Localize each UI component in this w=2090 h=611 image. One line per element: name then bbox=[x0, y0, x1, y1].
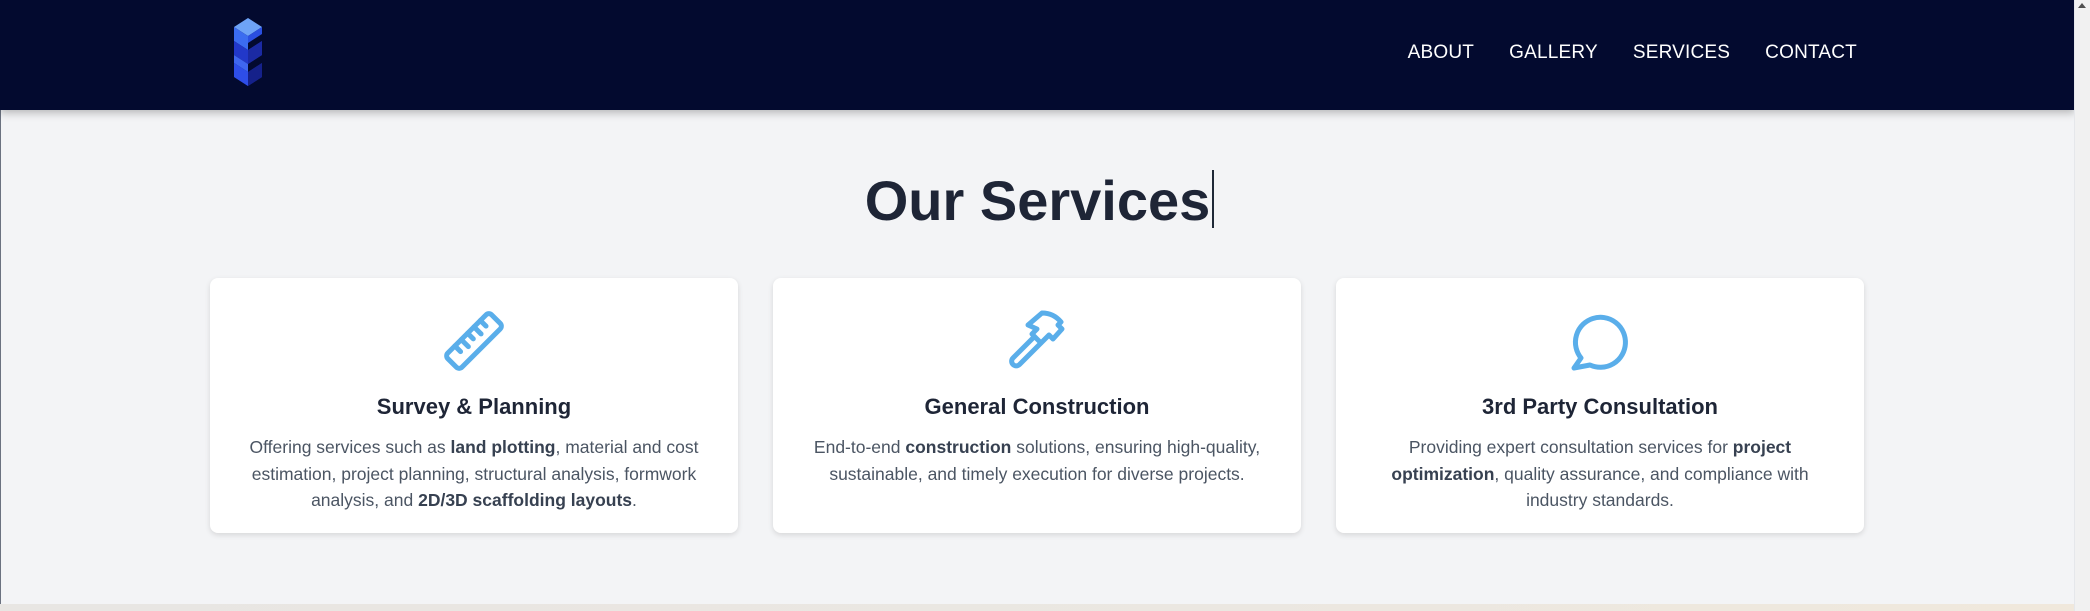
services-section-title: Our Services bbox=[0, 166, 2075, 236]
hammer-icon bbox=[1009, 310, 1065, 369]
service-card-construction: General Construction End-to-end construc… bbox=[773, 278, 1301, 533]
service-card-consultation: 3rd Party Consultation Providing expert … bbox=[1336, 278, 1864, 533]
text-cursor-caret bbox=[1212, 170, 1215, 228]
service-card-title: General Construction bbox=[924, 394, 1150, 419]
service-card-title: 3rd Party Consultation bbox=[1482, 394, 1718, 419]
service-card-description: End-to-end construction solutions, ensur… bbox=[813, 437, 1261, 484]
nav-link-about[interactable]: ABOUT bbox=[1408, 42, 1474, 64]
nav-link-services[interactable]: SERVICES bbox=[1633, 42, 1730, 64]
services-cards: Survey & Planning Offering services such… bbox=[210, 278, 1864, 533]
chat-bubble-icon bbox=[1571, 314, 1628, 371]
nav-link-contact[interactable]: CONTACT bbox=[1765, 42, 1857, 64]
scroll-up-arrow-icon[interactable] bbox=[2078, 3, 2086, 8]
stacked-s-cube-logo-icon[interactable] bbox=[218, 14, 278, 92]
services-title-label: Our Services bbox=[864, 169, 1211, 232]
service-card-description: Offering services such as land plotting,… bbox=[249, 437, 699, 510]
main-nav: ABOUT GALLERY SERVICES CONTACT bbox=[1408, 0, 1857, 106]
service-card-description: Providing expert consultation services f… bbox=[1391, 437, 1809, 510]
service-card-survey: Survey & Planning Offering services such… bbox=[210, 278, 738, 533]
ruler-icon bbox=[444, 311, 504, 371]
vertical-scrollbar[interactable] bbox=[2074, 0, 2090, 611]
next-section-edge bbox=[0, 604, 2075, 611]
services-title-text: Our Services bbox=[864, 166, 1215, 236]
top-navbar: ABOUT GALLERY SERVICES CONTACT bbox=[0, 0, 2075, 110]
service-card-title: Survey & Planning bbox=[376, 394, 572, 419]
nav-link-gallery[interactable]: GALLERY bbox=[1509, 42, 1598, 64]
